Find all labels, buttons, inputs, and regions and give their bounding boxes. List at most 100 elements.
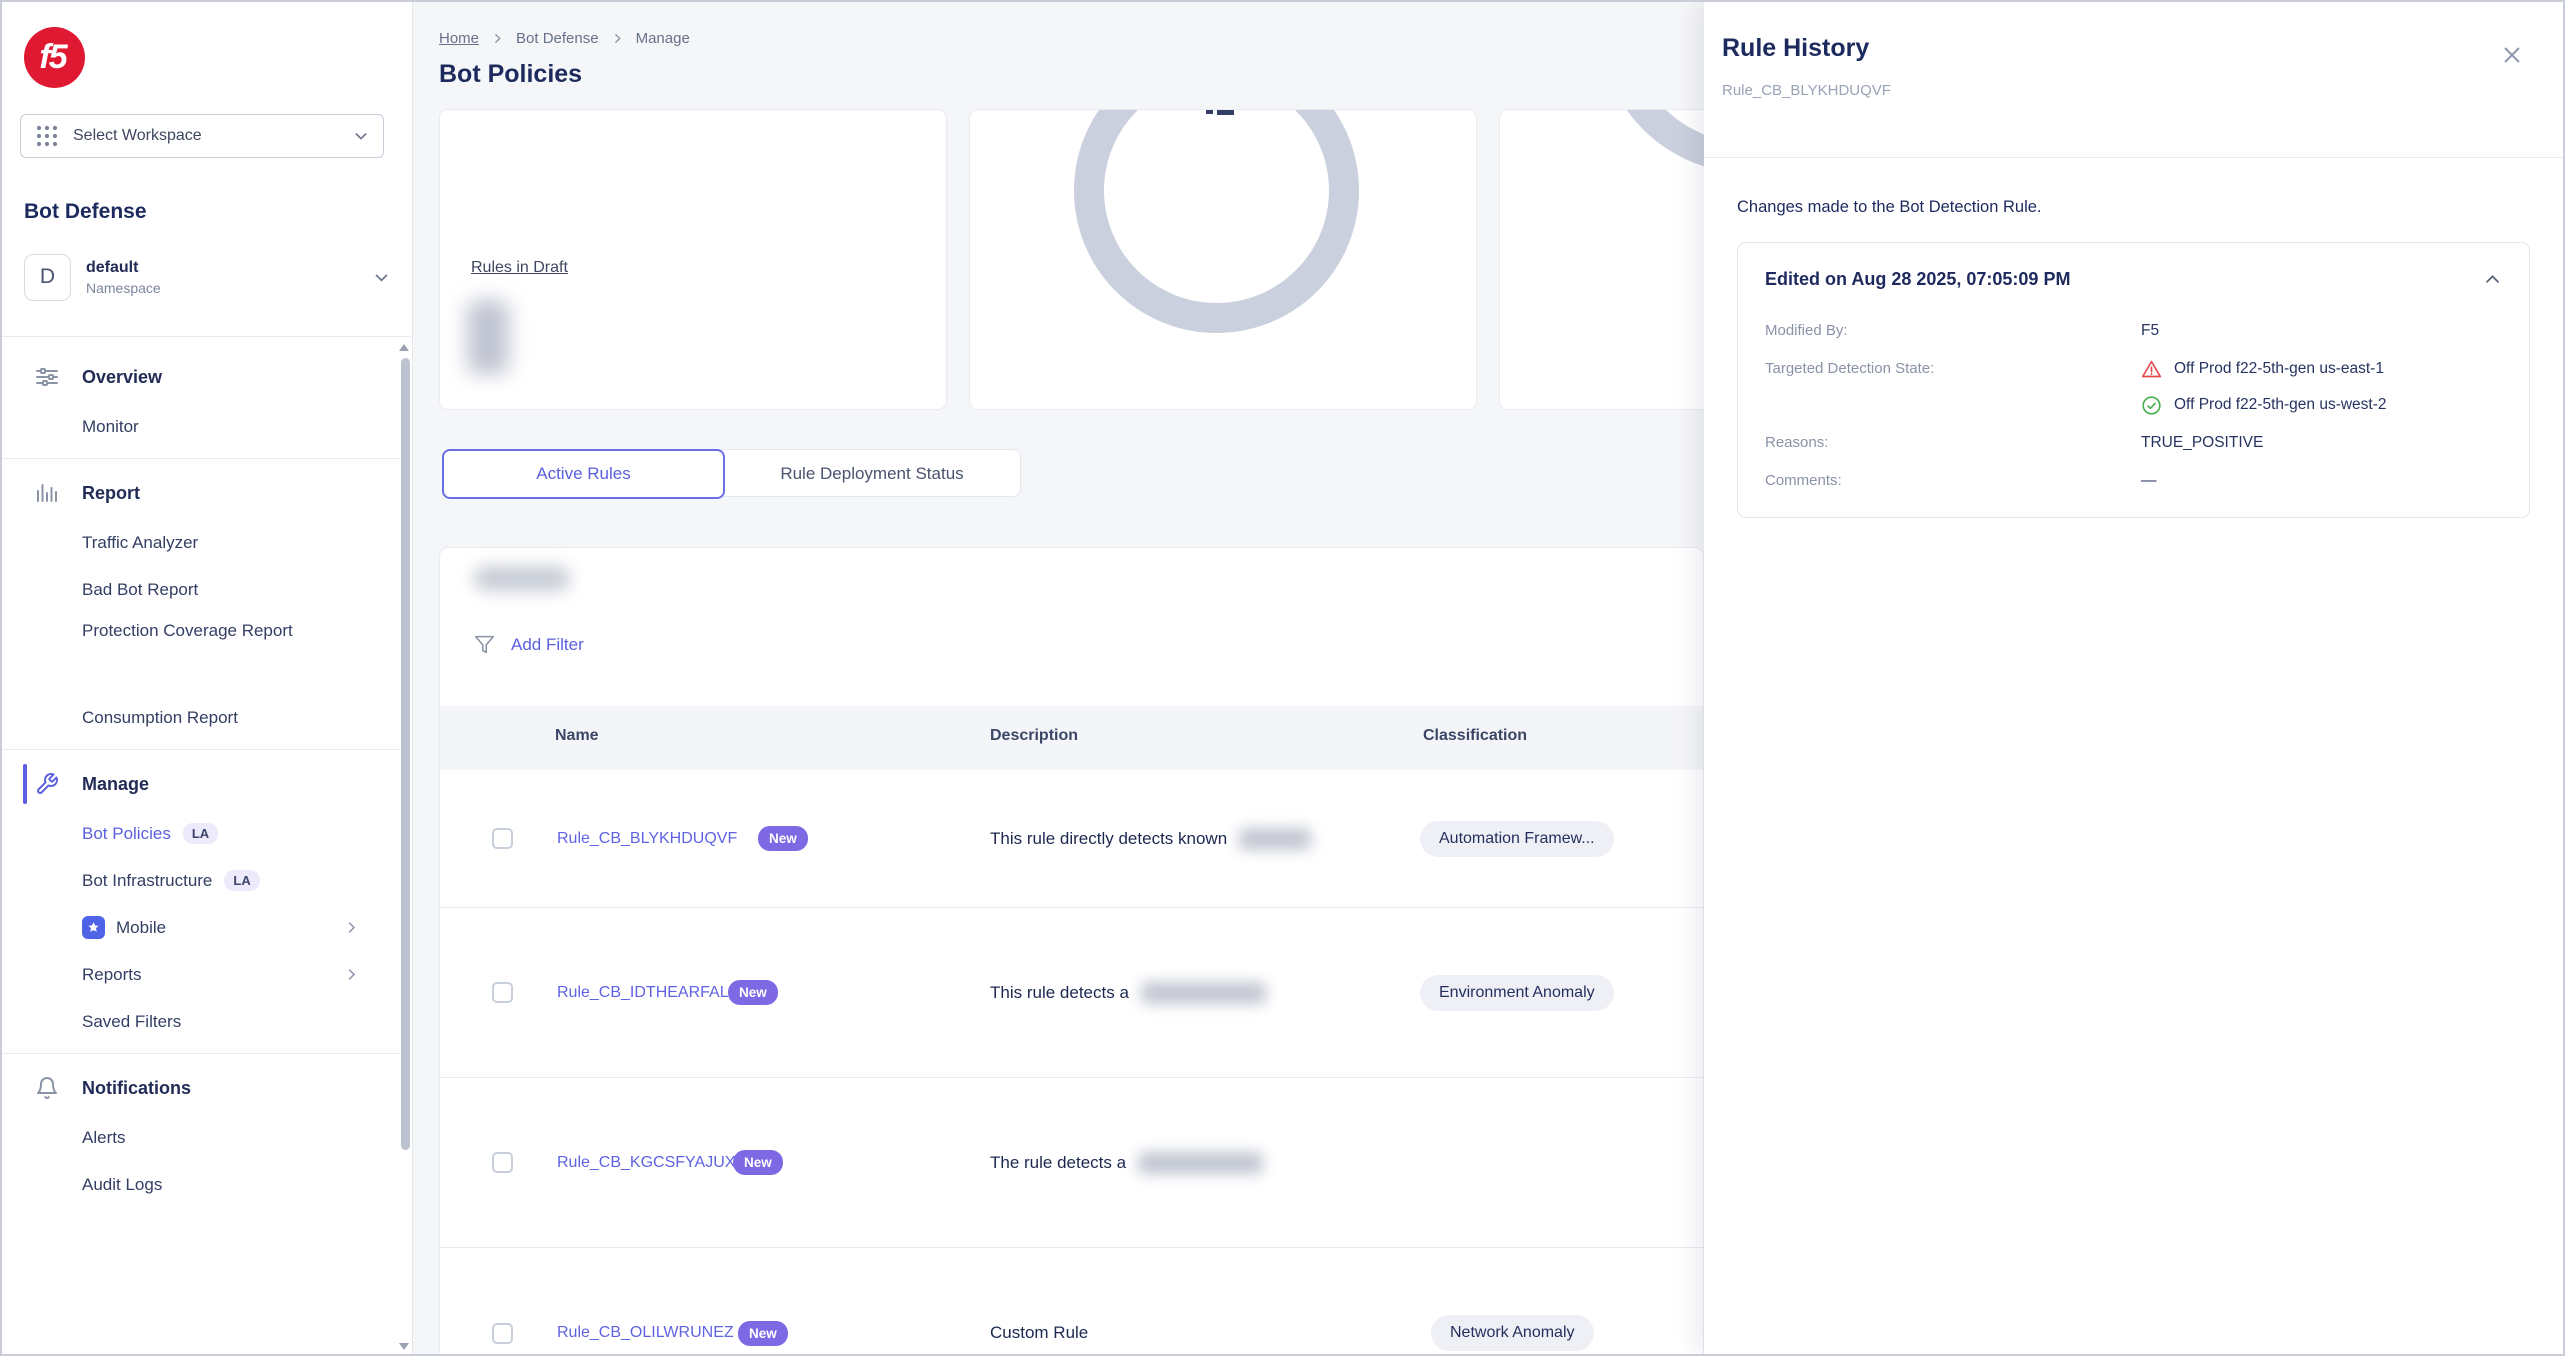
scrollbar-up-arrow[interactable] <box>399 344 409 351</box>
modified-by-value: F5 <box>2141 320 2159 342</box>
column-header-classification: Classification <box>1423 727 1527 745</box>
comments-label: Comments: <box>1765 470 2141 492</box>
summary-donut-card <box>1499 109 1704 410</box>
new-badge: New <box>758 826 808 851</box>
rule-name-link[interactable]: Rule_CB_BLYKHDUQVF <box>557 830 737 848</box>
add-filter-button[interactable]: Add Filter <box>474 634 584 655</box>
summary-donut-card <box>969 109 1477 410</box>
scrollbar-down-arrow[interactable] <box>399 1343 409 1350</box>
row-checkbox[interactable] <box>492 828 513 849</box>
sidebar-item-monitor[interactable]: Monitor <box>2 403 411 450</box>
classification-pill: Network Anomaly <box>1431 1315 1594 1351</box>
history-entry-title: Edited on Aug 28 2025, 07:05:09 PM <box>1765 269 2483 290</box>
sidebar-item-label: Manage <box>82 774 149 795</box>
sidebar-item-label: Overview <box>82 367 162 388</box>
breadcrumb-item: Manage <box>636 30 690 47</box>
targeted-detection-state-row: Targeted Detection State: Off Prod f22-5… <box>1765 358 2502 416</box>
sidebar-item-mobile[interactable]: Mobile <box>2 904 411 951</box>
sidebar-item-reports[interactable]: Reports <box>2 951 411 998</box>
namespace-sublabel: Namespace <box>86 280 373 296</box>
table-header: Name Description Classification <box>440 706 1703 770</box>
panel-divider <box>1704 157 2565 158</box>
rule-name-link[interactable]: Rule_CB_KGCSFYAJUX <box>557 1154 735 1172</box>
targeted-state-item: Off Prod f22-5th-gen us-west-2 <box>2141 394 2387 416</box>
bell-icon <box>35 1076 59 1100</box>
rules-in-draft-link[interactable]: Rules in Draft <box>471 259 568 277</box>
table-row[interactable]: Rule_CB_IDTHEARFAL New This rule detects… <box>440 908 1703 1078</box>
sidebar-item-saved-filters[interactable]: Saved Filters <box>2 998 411 1045</box>
sidebar-item-consumption-report[interactable]: Consumption Report <box>2 694 411 741</box>
comments-row: Comments: — <box>1765 470 2502 492</box>
rules-tabs: Active Rules Rule Deployment Status <box>442 449 1021 497</box>
sidebar-item-label: Consumption Report <box>82 708 238 728</box>
table-row[interactable]: Rule_CB_BLYKHDUQVF New This rule directl… <box>440 770 1703 908</box>
sidebar-item-traffic-analyzer[interactable]: Traffic Analyzer <box>2 519 411 566</box>
namespace-selector[interactable]: D default Namespace <box>24 252 390 302</box>
rule-description: The rule detects a <box>990 1152 1263 1174</box>
funnel-icon <box>474 634 495 655</box>
sidebar-item-audit-logs[interactable]: Audit Logs <box>2 1161 411 1208</box>
sidebar-item-protection-coverage-report[interactable]: Protection Coverage Report <box>2 613 411 694</box>
donut-chart-ring <box>1600 109 1704 173</box>
tab-active-rules[interactable]: Active Rules <box>442 449 725 499</box>
sidebar-item-label: Traffic Analyzer <box>82 533 198 553</box>
sliders-icon <box>35 365 59 389</box>
sidebar-item-label: Alerts <box>82 1128 125 1148</box>
panel-section-text: Changes made to the Bot Detection Rule. <box>1737 198 2042 217</box>
close-icon[interactable] <box>2501 44 2525 68</box>
sidebar-scrollbar-thumb[interactable] <box>401 358 410 1150</box>
rule-name-link[interactable]: Rule_CB_OLILWRUNEZ <box>557 1324 734 1342</box>
sidebar-item-notifications[interactable]: Notifications <box>2 1062 411 1114</box>
redacted-text-blur <box>1141 982 1266 1004</box>
sidebar-item-bad-bot-report[interactable]: Bad Bot Report <box>2 566 411 613</box>
redacted-count-blur <box>467 300 509 374</box>
chevron-right-icon <box>344 967 359 982</box>
table-row[interactable]: Rule_CB_KGCSFYAJUX New The rule detects … <box>440 1078 1703 1248</box>
reasons-value: TRUE_POSITIVE <box>2141 432 2263 454</box>
f5-logo-text: f5 <box>39 38 69 77</box>
chevron-down-icon <box>373 269 390 286</box>
donut-chart-ring <box>1074 109 1359 333</box>
sidebar-item-alerts[interactable]: Alerts <box>2 1114 411 1161</box>
reasons-label: Reasons: <box>1765 432 2141 454</box>
breadcrumb-home-link[interactable]: Home <box>439 30 479 47</box>
sidebar-item-bot-infrastructure[interactable]: Bot Infrastructure LA <box>2 857 411 904</box>
classification-pill: Automation Framew... <box>1420 821 1614 857</box>
sidebar-item-overview[interactable]: Overview <box>2 351 411 403</box>
panel-title: Rule History <box>1722 34 1869 63</box>
table-row[interactable]: Rule_CB_OLILWRUNEZ New Custom Rule Netwo… <box>440 1248 1703 1354</box>
workspace-selector[interactable]: Select Workspace <box>20 114 384 158</box>
chevron-up-icon[interactable] <box>2483 270 2502 289</box>
chevron-right-icon <box>491 32 504 45</box>
sidebar-item-report[interactable]: Report <box>2 467 411 519</box>
rule-name-link[interactable]: Rule_CB_IDTHEARFAL <box>557 984 729 1002</box>
row-checkbox[interactable] <box>492 1152 513 1173</box>
chevron-right-icon <box>344 920 359 935</box>
rule-description: Custom Rule <box>990 1323 1088 1343</box>
sidebar-item-bot-policies[interactable]: Bot Policies LA <box>2 810 411 857</box>
rule-history-panel: Rule History Rule_CB_BLYKHDUQVF Changes … <box>1704 2 2565 1354</box>
sidebar-section-divider <box>2 1053 411 1054</box>
column-header-name: Name <box>555 727 599 745</box>
rules-table-card: Add Filter Name Description Classificati… <box>439 547 1704 1354</box>
new-badge: New <box>733 1150 783 1175</box>
breadcrumb-item[interactable]: Bot Defense <box>516 30 599 47</box>
sidebar-item-label: Bad Bot Report <box>82 580 198 600</box>
bar-chart-icon <box>35 481 59 505</box>
sidebar-item-label: Saved Filters <box>82 1012 181 1032</box>
targeted-state-text: Off Prod f22-5th-gen us-east-1 <box>2174 358 2384 380</box>
la-badge: LA <box>224 870 259 891</box>
redacted-text-blur <box>1138 1152 1263 1174</box>
row-checkbox[interactable] <box>492 982 513 1003</box>
tab-rule-deployment-status[interactable]: Rule Deployment Status <box>724 450 1020 498</box>
product-title: Bot Defense <box>24 200 147 224</box>
namespace-name: default <box>86 259 373 277</box>
clipped-label-fragment <box>1217 110 1234 115</box>
history-entry-card: Edited on Aug 28 2025, 07:05:09 PM Modif… <box>1737 242 2530 518</box>
row-checkbox[interactable] <box>492 1323 513 1344</box>
grid-icon <box>35 124 59 148</box>
redacted-items-count-blur <box>474 566 570 591</box>
sidebar-item-label: Bot Infrastructure <box>82 871 212 891</box>
sidebar-item-manage[interactable]: Manage <box>2 758 411 810</box>
new-badge: New <box>728 980 778 1005</box>
